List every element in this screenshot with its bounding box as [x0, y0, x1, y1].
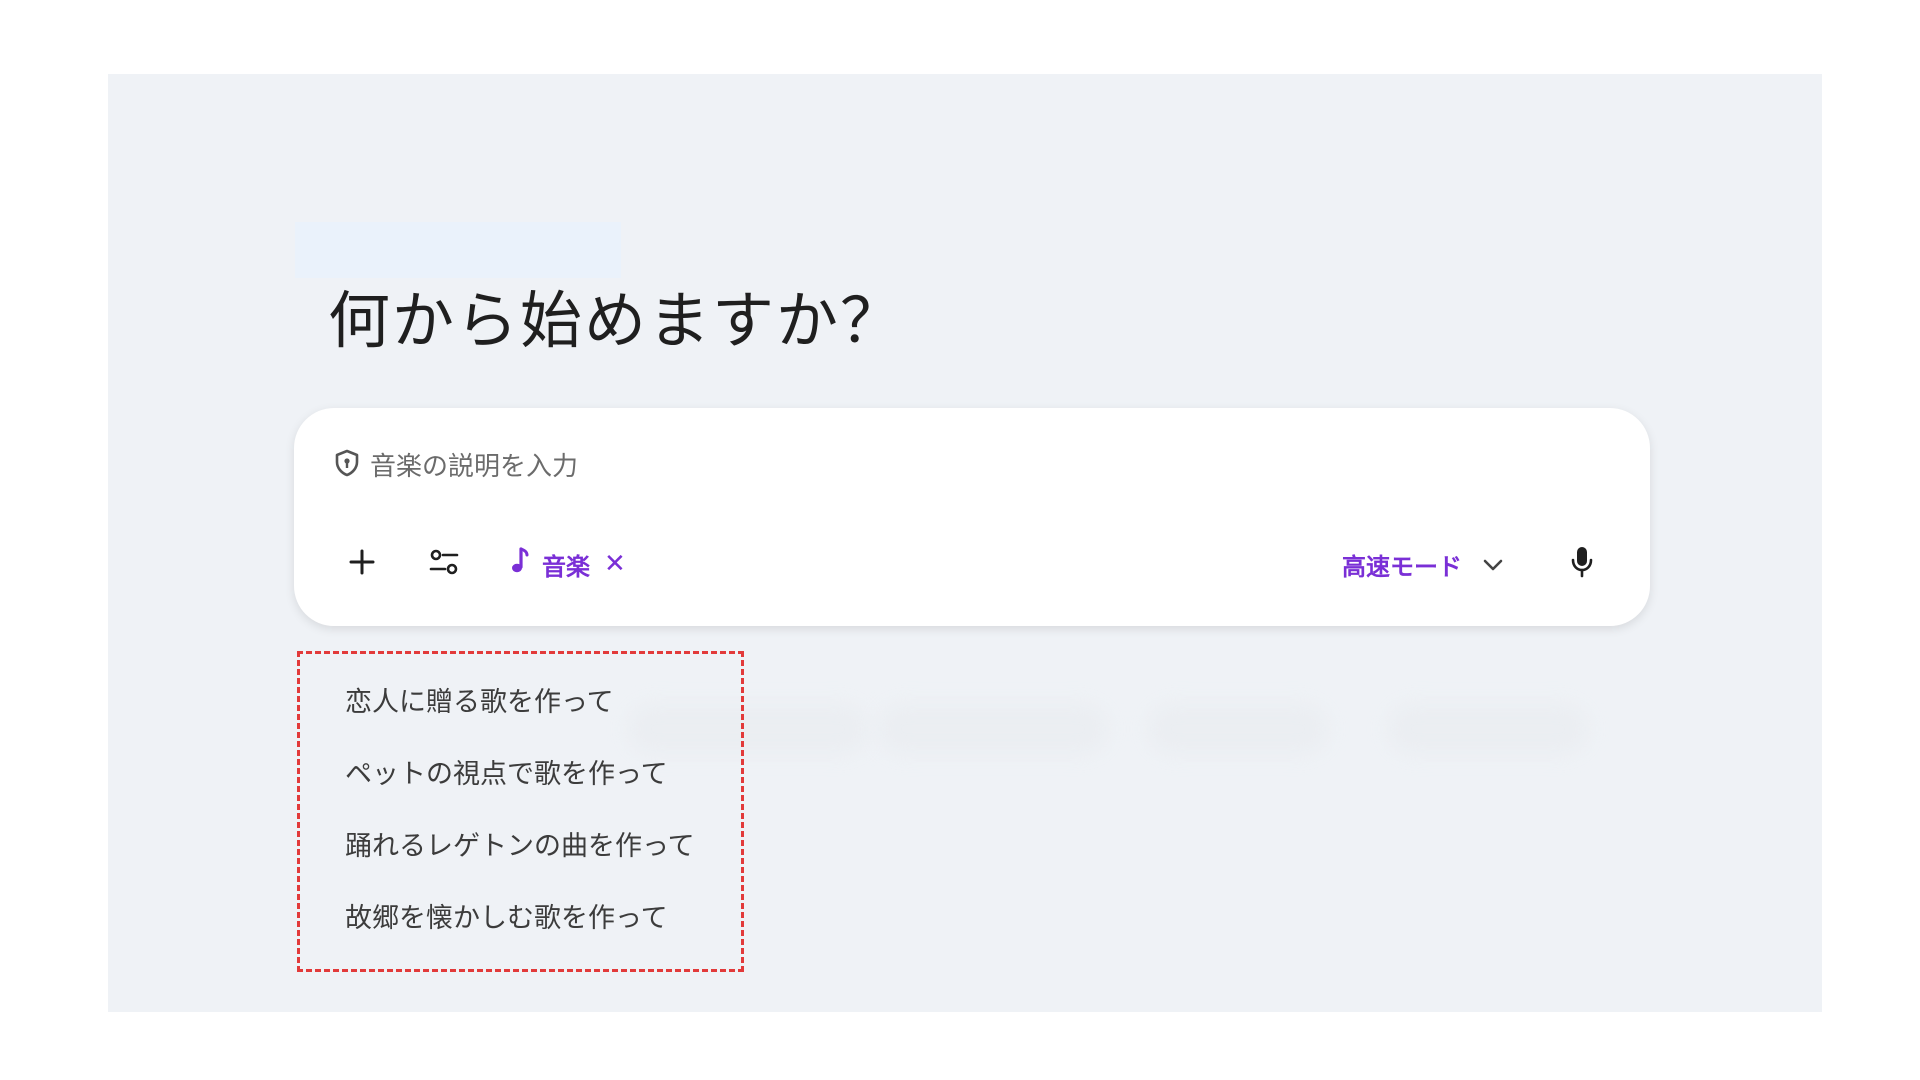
suggestion-item[interactable]: 踊れるレゲトンの曲を作って: [345, 824, 695, 863]
add-button[interactable]: [334, 536, 390, 592]
mode-selector[interactable]: 高速モード: [1342, 547, 1504, 582]
prompt-composer: 音楽の説明を入力 音楽 ✕ 高速モード: [294, 408, 1650, 626]
suggestion-list: 恋人に贈る歌を作って ペットの視点で歌を作って 踊れるレゲトンの曲を作って 故郷…: [297, 651, 744, 972]
suggestion-item[interactable]: ペットの視点で歌を作って: [345, 752, 668, 791]
suggestion-item[interactable]: 故郷を懐かしむ歌を作って: [345, 896, 668, 935]
faded-suggestion-chip: [1148, 704, 1328, 754]
plus-icon: [347, 547, 377, 581]
chevron-down-icon: [1482, 550, 1504, 578]
faded-suggestion-chip: [1388, 704, 1588, 754]
microphone-button[interactable]: [1554, 536, 1610, 592]
faded-suggestion-chip: [878, 704, 1108, 754]
remove-chip-button[interactable]: ✕: [604, 551, 626, 577]
mode-label: 高速モード: [1342, 552, 1462, 581]
tools-icon: [427, 547, 461, 581]
music-chip-label: 音楽: [542, 552, 590, 581]
prompt-input[interactable]: 音楽の説明を入力: [334, 446, 578, 483]
page-title: 何から始めますか？: [328, 284, 905, 357]
prompt-placeholder: 音楽の説明を入力: [370, 452, 579, 482]
music-chip[interactable]: 音楽: [510, 546, 590, 582]
tools-button[interactable]: [416, 536, 472, 592]
shield-icon: [334, 449, 360, 481]
main-panel: 何から始めますか？ 音楽の説明を入力 音楽 ✕ 高速モード 恋人に贈る歌を作って…: [108, 74, 1822, 1012]
composer-toolbar: 音楽 ✕ 高速モード: [334, 536, 1610, 592]
music-note-icon: [510, 546, 530, 582]
microphone-icon: [1569, 545, 1595, 583]
suggestion-item[interactable]: 恋人に贈る歌を作って: [345, 680, 614, 719]
